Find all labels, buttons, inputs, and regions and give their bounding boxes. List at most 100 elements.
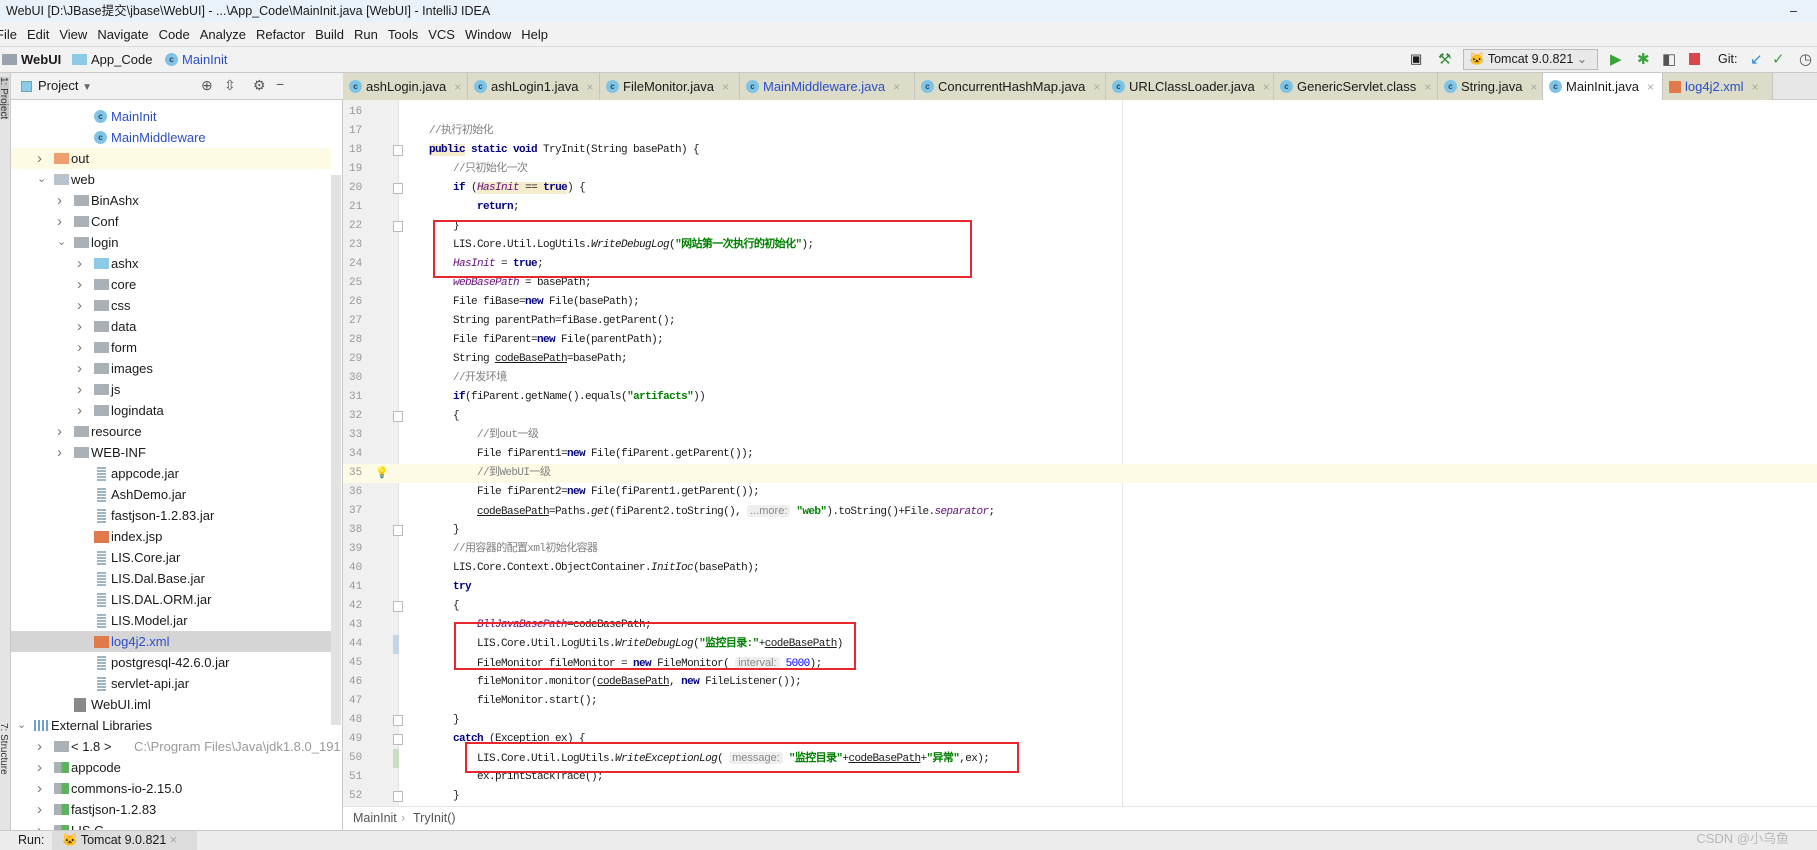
fold-marker-icon[interactable] xyxy=(393,145,403,156)
breadcrumb-class[interactable]: MainInit xyxy=(353,807,397,829)
project-tool-tab[interactable]: 1: Project xyxy=(0,77,9,120)
menu-window[interactable]: Window xyxy=(465,27,511,42)
menu-refactor[interactable]: Refactor xyxy=(256,27,305,42)
chevron-right-icon[interactable]: › xyxy=(77,358,82,379)
menu-help[interactable]: Help xyxy=(521,27,548,42)
tree-item[interactable]: ⌄ External Libraries xyxy=(11,715,331,736)
crumb-webui[interactable]: WebUI xyxy=(2,52,61,67)
tree-item[interactable]: › LIS.C... xyxy=(11,820,331,830)
intention-bulb-icon[interactable]: 💡 xyxy=(375,464,389,483)
hide-icon[interactable]: − xyxy=(276,76,284,92)
tab-genericservlet-class[interactable]: c GenericServlet.class × xyxy=(1274,73,1438,100)
close-icon[interactable]: × xyxy=(1093,80,1100,94)
tree-item[interactable]: index.jsp xyxy=(11,526,331,547)
menu-view[interactable]: View xyxy=(59,27,87,42)
tree-item[interactable]: ⌄ login xyxy=(11,232,331,253)
tree-item[interactable]: › Conf xyxy=(11,211,331,232)
close-icon[interactable]: × xyxy=(1530,80,1537,94)
crumb-app-code[interactable]: App_Code xyxy=(72,52,152,67)
chevron-right-icon[interactable]: › xyxy=(57,442,62,463)
chevron-right-icon[interactable]: › xyxy=(37,148,42,169)
menu-build[interactable]: Build xyxy=(315,27,344,42)
git-history-icon[interactable]: ◷ xyxy=(1799,50,1812,68)
tree-item[interactable]: › WEB-INF xyxy=(11,442,331,463)
menu-navigate[interactable]: Navigate xyxy=(97,27,148,42)
crumb-maininit[interactable]: c MainInit xyxy=(165,52,228,67)
run-tab-tomcat[interactable]: 🐱 Tomcat 9.0.821 × xyxy=(52,831,197,850)
tab-concurrenthashmap-java[interactable]: c ConcurrentHashMap.java × xyxy=(915,73,1106,100)
chevron-right-icon[interactable]: › xyxy=(37,757,42,778)
chevron-right-icon[interactable]: › xyxy=(77,253,82,274)
fold-marker-icon[interactable] xyxy=(393,715,403,726)
tree-item[interactable]: › BinAshx xyxy=(11,190,331,211)
tab-mainmiddleware-java[interactable]: c MainMiddleware.java × xyxy=(740,73,915,100)
chevron-right-icon[interactable]: › xyxy=(37,778,42,799)
chevron-right-icon[interactable]: › xyxy=(37,799,42,820)
menu-file[interactable]: File xyxy=(0,27,17,42)
project-view-select[interactable]: Project ▼ xyxy=(38,78,92,93)
close-icon[interactable]: × xyxy=(586,80,593,94)
tree-item[interactable]: servlet-api.jar xyxy=(11,673,331,694)
tab-filemonitor-java[interactable]: c FileMonitor.java × xyxy=(600,73,740,100)
git-update-icon[interactable]: ↙ xyxy=(1750,50,1763,68)
tree-item[interactable]: › appcode xyxy=(11,757,331,778)
tree-item[interactable]: c MainMiddleware xyxy=(11,127,331,148)
tree-item[interactable]: › form xyxy=(11,337,331,358)
fold-marker-icon[interactable] xyxy=(393,525,403,536)
close-icon[interactable]: × xyxy=(1647,80,1654,94)
chevron-right-icon[interactable]: › xyxy=(77,295,82,316)
tree-item[interactable]: AshDemo.jar xyxy=(11,484,331,505)
tree-item[interactable]: LIS.Dal.Base.jar xyxy=(11,568,331,589)
tree-item[interactable]: › css xyxy=(11,295,331,316)
tree-item[interactable]: › resource xyxy=(11,421,331,442)
tree-item[interactable]: WebUI.iml xyxy=(11,694,331,715)
tree-item[interactable]: › images xyxy=(11,358,331,379)
project-structure-icon[interactable]: ▣ xyxy=(1410,51,1422,67)
menu-code[interactable]: Code xyxy=(159,27,190,42)
tab-ashlogin-java[interactable]: c ashLogin.java × xyxy=(343,73,468,100)
collapse-all-icon[interactable]: ⇳ xyxy=(224,77,236,94)
menu-edit[interactable]: Edit xyxy=(27,27,49,42)
debug-icon[interactable]: ✱ xyxy=(1637,50,1650,68)
close-icon[interactable]: × xyxy=(1752,80,1759,94)
structure-tool-tab[interactable]: 7: Structure xyxy=(0,723,9,775)
chevron-right-icon[interactable]: › xyxy=(77,379,82,400)
fold-marker-icon[interactable] xyxy=(393,411,403,422)
tree-scrollbar[interactable] xyxy=(331,175,341,725)
minimize-button[interactable]: – xyxy=(1790,0,1797,22)
chevron-right-icon[interactable]: › xyxy=(57,421,62,442)
tree-item[interactable]: log4j2.xml xyxy=(11,631,331,652)
tree-item[interactable]: › ashx xyxy=(11,253,331,274)
chevron-right-icon[interactable]: › xyxy=(77,274,82,295)
fold-marker-icon[interactable] xyxy=(393,601,403,612)
tab-maininit-java[interactable]: c MainInit.java × xyxy=(1543,73,1663,100)
run-icon[interactable]: ▶ xyxy=(1610,50,1622,68)
chevron-right-icon[interactable]: › xyxy=(77,316,82,337)
tree-item[interactable]: › logindata xyxy=(11,400,331,421)
menu-run[interactable]: Run xyxy=(354,27,378,42)
chevron-down-icon[interactable]: ⌄ xyxy=(17,715,26,736)
stop-icon[interactable] xyxy=(1689,53,1700,65)
git-commit-icon[interactable]: ✓ xyxy=(1772,50,1785,68)
tree-item[interactable]: ⌄ web xyxy=(11,169,331,190)
close-icon[interactable]: × xyxy=(1424,80,1431,94)
tree-item[interactable]: LIS.DAL.ORM.jar xyxy=(11,589,331,610)
tree-item[interactable]: LIS.Core.jar xyxy=(11,547,331,568)
chevron-right-icon[interactable]: › xyxy=(57,211,62,232)
tree-item[interactable]: appcode.jar xyxy=(11,463,331,484)
close-icon[interactable]: × xyxy=(893,80,900,94)
tree-item[interactable]: postgresql-42.6.0.jar xyxy=(11,652,331,673)
chevron-down-icon[interactable]: ⌄ xyxy=(37,169,46,190)
tree-item[interactable]: › core xyxy=(11,274,331,295)
tab-string-java[interactable]: c String.java × xyxy=(1438,73,1543,100)
menu-vcs[interactable]: VCS xyxy=(428,27,455,42)
close-icon[interactable]: × xyxy=(722,80,729,94)
close-icon[interactable]: × xyxy=(454,80,461,94)
fold-marker-icon[interactable] xyxy=(393,221,403,232)
tree-item[interactable]: › out xyxy=(11,148,331,169)
code-editor[interactable]: 16 17 //执行初始化 18 public static void TryInit(… xyxy=(343,100,1817,806)
tab-ashlogin1-java[interactable]: c ashLogin1.java × xyxy=(468,73,600,100)
breadcrumb-method[interactable]: TryInit() xyxy=(413,807,456,829)
gear-icon[interactable]: ⚙ xyxy=(253,77,266,94)
chevron-right-icon[interactable]: › xyxy=(77,337,82,358)
